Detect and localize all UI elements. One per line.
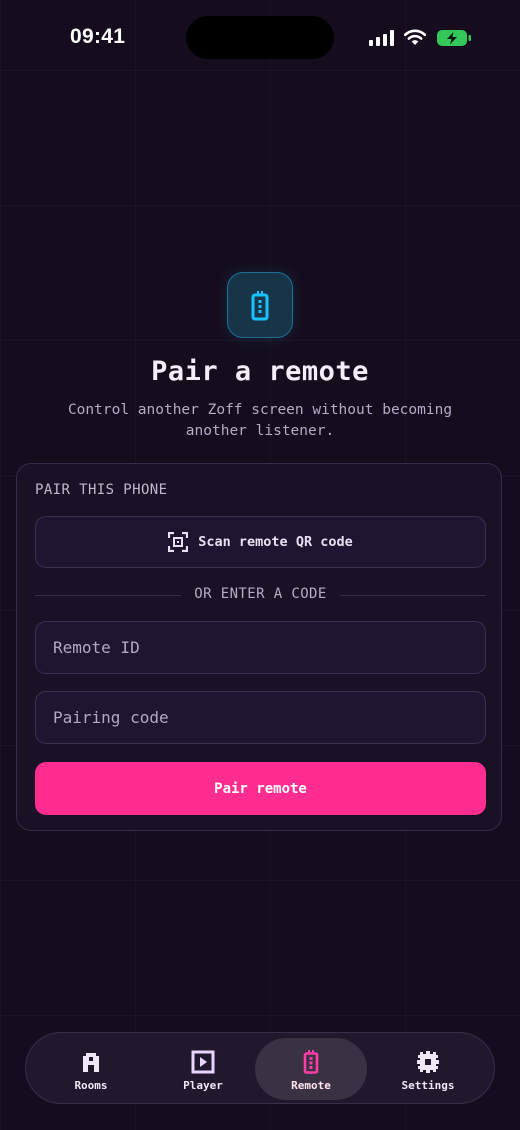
- scan-qr-button[interactable]: Scan remote QR code: [35, 516, 486, 568]
- section-label: PAIR THIS PHONE: [35, 482, 168, 498]
- tab-settings[interactable]: Settings: [372, 1038, 484, 1100]
- tab-player-label: Player: [183, 1079, 223, 1092]
- or-divider: OR ENTER A CODE: [35, 585, 486, 605]
- pair-card: PAIR THIS PHONE Scan remote QR code OR E…: [16, 463, 502, 831]
- player-icon: [191, 1050, 215, 1074]
- rooms-icon: [83, 1053, 99, 1072]
- pairing-code-field[interactable]: [35, 691, 486, 744]
- divider-text: OR ENTER A CODE: [194, 586, 327, 602]
- status-bar: 09:41: [0, 0, 520, 80]
- tab-remote[interactable]: Remote: [255, 1038, 367, 1100]
- page-subtitle: Control another Zoff screen without beco…: [67, 402, 453, 439]
- remote-hero-icon: [227, 272, 293, 338]
- remote-icon: [303, 1050, 319, 1074]
- dynamic-island: [186, 16, 334, 59]
- tab-settings-label: Settings: [401, 1079, 455, 1092]
- remote-id-field[interactable]: [35, 621, 486, 674]
- tab-rooms-label: Rooms: [74, 1079, 108, 1092]
- tab-player[interactable]: Player: [147, 1038, 259, 1100]
- qr-scan-icon: [168, 532, 189, 552]
- tab-remote-label: Remote: [291, 1079, 331, 1092]
- wifi-icon: [403, 29, 427, 45]
- scan-qr-label: Scan remote QR code: [198, 534, 353, 550]
- tab-bar: Rooms Player Remote Settings: [25, 1032, 495, 1104]
- settings-gear-icon: [417, 1051, 439, 1073]
- page-title: Pair a remote: [151, 356, 369, 387]
- pair-remote-button[interactable]: Pair remote: [35, 762, 486, 815]
- battery-charging-icon: [437, 30, 471, 46]
- remote-id-input[interactable]: [36, 622, 485, 673]
- pairing-code-input[interactable]: [36, 692, 485, 743]
- tab-rooms[interactable]: Rooms: [35, 1038, 147, 1100]
- cellular-signal-icon: [369, 30, 396, 46]
- pair-remote-label: Pair remote: [214, 780, 307, 797]
- status-time: 09:41: [70, 25, 126, 48]
